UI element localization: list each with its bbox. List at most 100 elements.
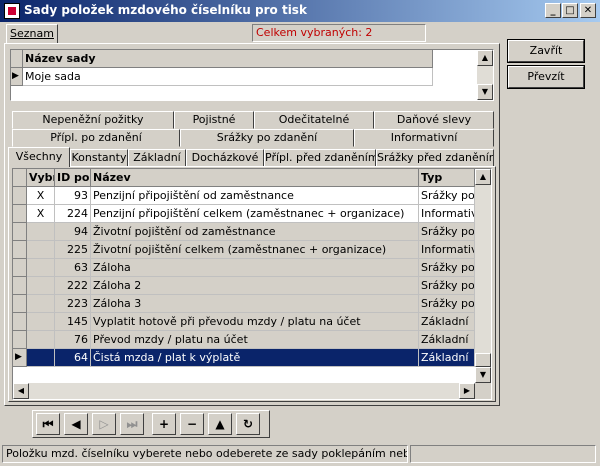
cell-selected: X <box>27 205 55 223</box>
row-indicator <box>13 205 27 223</box>
cell-selected: X <box>27 187 55 205</box>
cell-id: 223 <box>55 295 91 313</box>
close-button[interactable]: Zavřít <box>507 39 585 63</box>
items-grid: Vybr ID po Název Typ ▲ ▼ ◀ ▶ X93Penzijní… <box>12 168 492 400</box>
col-header-id[interactable]: ID po <box>55 169 91 187</box>
tab-srazky-po-zdaneni[interactable]: Srážky po zdanění <box>180 129 354 147</box>
cell-selected <box>27 313 55 331</box>
cell-id: 94 <box>55 223 91 241</box>
cell-type: Srážky po z <box>419 187 475 205</box>
tab-nepenezni-pozitky[interactable]: Nepeněžní požitky <box>12 111 174 129</box>
cell-selected <box>27 223 55 241</box>
col-header-type[interactable]: Typ <box>419 169 475 187</box>
table-row[interactable]: 63ZálohaSrážky po z <box>13 259 475 277</box>
cell-id: 63 <box>55 259 91 277</box>
scroll-right-icon[interactable]: ▶ <box>459 383 475 399</box>
row-indicator <box>13 259 27 277</box>
cell-type: Srážky po z <box>419 277 475 295</box>
next-icon[interactable]: ▷ <box>92 413 116 435</box>
table-row[interactable]: X 224 Penzijní připojištění celkem (zaměst… <box>13 205 475 223</box>
row-indicator <box>13 187 27 205</box>
scroll-corner <box>475 383 491 399</box>
cell-name: Převod mzdy / platu na účet <box>91 331 419 349</box>
cell-id: 225 <box>55 241 91 259</box>
tab-pripl-po-zdaneni[interactable]: Přípl. po zdanění <box>12 129 180 147</box>
cell-type: Základní <box>419 313 475 331</box>
cell-name: Životní pojištění od zaměstnance <box>91 223 419 241</box>
last-icon[interactable]: ⏭ <box>120 413 144 435</box>
close-window-button[interactable]: ✕ <box>580 3 596 18</box>
tab-odecitatelne[interactable]: Odečitatelné <box>254 111 374 129</box>
table-row[interactable]: 145 Vyplatit hotově při převodu mzdy / pl… <box>13 313 475 331</box>
cell-id: 93 <box>55 187 91 205</box>
tab-vsechny[interactable]: Všechny <box>8 147 70 167</box>
maximize-button[interactable]: □ <box>562 3 578 18</box>
row-indicator <box>13 277 27 295</box>
tab-seznam[interactable]: Seznam <box>6 24 58 44</box>
first-icon[interactable]: ⏮ <box>36 413 60 435</box>
cell-type: Srážky po z <box>419 223 475 241</box>
cell-type: Základní <box>419 331 475 349</box>
tab-srazky-pred-zdanenim[interactable]: Srážky před zdaněním <box>376 149 494 167</box>
sets-header-name: Název sady <box>23 50 433 68</box>
refresh-icon[interactable]: ↻ <box>236 413 260 435</box>
cell-selected <box>27 277 55 295</box>
scroll-thumb[interactable] <box>475 353 491 367</box>
sets-grid: Název sady ▶ Moje sada ▲ ▼ <box>10 49 494 101</box>
cell-id: 222 <box>55 277 91 295</box>
scroll-up-icon[interactable]: ▲ <box>475 169 491 185</box>
table-row[interactable]: 222Záloha 2Srážky po z <box>13 277 475 295</box>
cell-name: Záloha 2 <box>91 277 419 295</box>
table-row[interactable]: 223Záloha 3Srážky po z <box>13 295 475 313</box>
scroll-left-icon[interactable]: ◀ <box>13 383 29 399</box>
row-indicator <box>13 223 27 241</box>
row-pointer-icon: ▶ <box>13 349 27 367</box>
table-row[interactable]: ▶ 64 Čistá mzda / plat k výplatě Základní <box>13 349 475 367</box>
cell-id: 145 <box>55 313 91 331</box>
cell-type: Informativní <box>419 205 475 223</box>
cell-name: Penzijní připojištění od zaměstnance <box>91 187 419 205</box>
transfer-button[interactable]: Převzít <box>507 65 585 89</box>
cell-name: Čistá mzda / plat k výplatě <box>91 349 419 367</box>
remove-icon[interactable]: − <box>180 413 204 435</box>
col-header-name[interactable]: Název <box>91 169 419 187</box>
row-indicator <box>13 331 27 349</box>
cell-id: 224 <box>55 205 91 223</box>
minimize-button[interactable]: _ <box>545 3 561 18</box>
items-grid-corner <box>13 169 27 187</box>
items-vscrollbar[interactable] <box>475 169 491 383</box>
col-header-selected[interactable]: Vybr <box>27 169 55 187</box>
tab-dochazkove[interactable]: Docházkové <box>186 149 264 167</box>
row-indicator <box>13 241 27 259</box>
tab-pojistne[interactable]: Pojistné <box>174 111 254 129</box>
scroll-down-icon[interactable]: ▼ <box>477 84 493 100</box>
tab-pripl-pred-zdanenim[interactable]: Přípl. před zdaněním <box>264 149 376 167</box>
cell-name: Záloha <box>91 259 419 277</box>
table-row[interactable]: 94 Životní pojištění od zaměstnance Srážky… <box>13 223 475 241</box>
row-indicator <box>13 295 27 313</box>
sets-grid-corner <box>11 50 23 68</box>
tab-danove-slevy[interactable]: Daňové slevy <box>374 111 494 129</box>
prev-icon[interactable]: ◀ <box>64 413 88 435</box>
scroll-up-icon[interactable]: ▲ <box>477 50 493 66</box>
add-icon[interactable]: + <box>152 413 176 435</box>
tab-informativni[interactable]: Informativní <box>354 129 494 147</box>
cell-name: Záloha 3 <box>91 295 419 313</box>
cell-id: 76 <box>55 331 91 349</box>
table-row[interactable]: X 93 Penzijní připojištění od zaměstnance S… <box>13 187 475 205</box>
cell-type: Základní <box>419 349 475 367</box>
cell-type: Informativní <box>419 241 475 259</box>
cell-name: Vyplatit hotově při převodu mzdy / platu… <box>91 313 419 331</box>
tab-konstanty[interactable]: Konstanty <box>70 149 128 167</box>
cell-name: Penzijní připojištění celkem (zaměstnane… <box>91 205 419 223</box>
table-row[interactable]: 76 Převod mzdy / platu na účet Základní <box>13 331 475 349</box>
items-hscrollbar[interactable] <box>13 383 475 399</box>
up-icon[interactable]: ▲ <box>208 413 232 435</box>
cell-type: Srážky po z <box>419 259 475 277</box>
tab-zakladni[interactable]: Základní <box>128 149 186 167</box>
set-row[interactable]: Moje sada <box>23 68 433 86</box>
table-row[interactable]: 225 Životní pojištění celkem (zaměstnanec… <box>13 241 475 259</box>
scroll-down-icon[interactable]: ▼ <box>475 367 491 383</box>
app-icon <box>4 3 20 19</box>
status-panel <box>410 445 596 463</box>
